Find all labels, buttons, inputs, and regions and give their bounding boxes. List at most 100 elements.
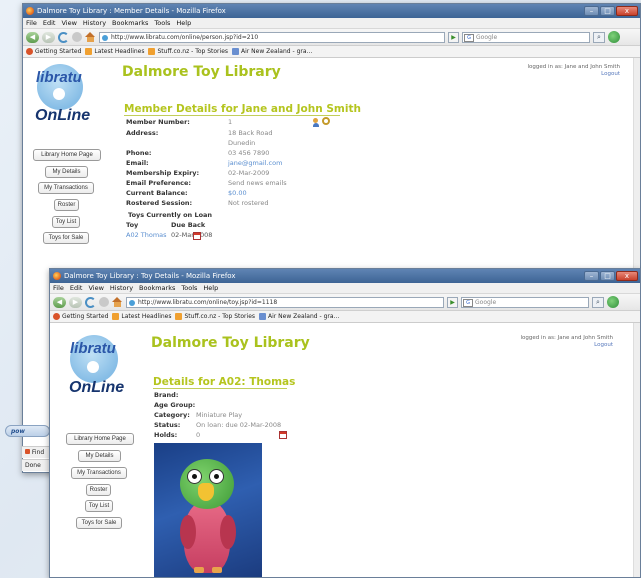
search-icon[interactable]: ⌕ [592,296,604,308]
nav-my-details[interactable]: My Details [45,166,88,178]
search-icon[interactable]: ⌕ [593,31,605,43]
nav-roster[interactable]: Roster [86,484,111,496]
site-favicon [129,299,135,306]
bookmark-getting-started[interactable]: Getting Started [26,46,81,57]
status-text: Done [25,462,41,469]
url-bar[interactable]: http://www.libratu.com/online/toy.jsp?id… [126,296,444,308]
stop-icon[interactable] [99,297,109,307]
window-titlebar[interactable]: Dalmore Toy Library : Toy Details - Mozi… [50,269,640,283]
menu-bookmarks[interactable]: Bookmarks [112,18,148,28]
menu-view[interactable]: View [88,283,103,293]
field-value: Dunedin [228,139,256,147]
back-arrow-icon[interactable]: ◀ [26,31,39,43]
nav-toy-list[interactable]: Toy List [85,500,113,512]
menu-history[interactable]: History [110,283,133,293]
menu-help[interactable]: Help [203,283,218,293]
google-icon: G [464,33,474,42]
bookmark-stuff[interactable]: Stuff.co.nz - Top Stories [175,311,255,322]
nav-toys-for-sale[interactable]: Toys for Sale [43,232,89,244]
firefox-icon [26,7,34,15]
calendar-icon[interactable] [193,232,201,240]
nav-my-transactions[interactable]: My Transactions [38,182,94,194]
google-icon: G [463,298,473,307]
parrot-foot [194,567,204,573]
reload-icon[interactable] [58,31,69,43]
login-info: logged in as: Jane and John Smith Logout [527,64,620,78]
nav-library-home[interactable]: Library Home Page [66,433,134,445]
field-value: 0 [196,431,201,439]
search-input[interactable]: G Google [461,296,589,308]
maximize-button[interactable]: □ [600,271,615,281]
site-title: Dalmore Toy Library [151,335,310,351]
logo-dot [87,361,99,373]
menu-tools[interactable]: Tools [181,283,197,293]
balance-link[interactable]: $0.00 [228,189,247,197]
go-button[interactable]: ▶ [447,296,458,308]
close-button[interactable]: x [616,6,638,16]
window-titlebar[interactable]: Dalmore Toy Library : Member Details - M… [23,4,640,18]
people-icon[interactable] [313,118,322,127]
maximize-button[interactable]: □ [600,6,615,16]
menu-file[interactable]: File [26,18,37,28]
back-arrow-icon[interactable]: ◀ [53,296,66,308]
menu-edit[interactable]: Edit [43,18,56,28]
reload-icon[interactable] [85,296,96,308]
close-button[interactable]: x [616,271,638,281]
find-bar[interactable]: Find [22,446,52,458]
background-tab-fragment[interactable]: pow [5,425,50,437]
bookmark-air-nz[interactable]: Air New Zealand - gra... [259,311,339,322]
nav-toy-list[interactable]: Toy List [52,216,80,228]
minimize-button[interactable]: – [584,271,599,281]
key-icon[interactable] [322,117,330,125]
home-icon[interactable] [85,32,96,42]
nav-toys-for-sale[interactable]: Toys for Sale [76,517,122,529]
stop-icon[interactable] [72,32,82,42]
menu-help[interactable]: Help [176,18,191,28]
logout-link[interactable]: Logout [527,71,620,78]
email-link[interactable]: jane@gmail.com [228,159,282,167]
home-icon[interactable] [112,297,123,307]
feed-icon[interactable] [607,296,619,308]
menu-bar: File Edit View History Bookmarks Tools H… [23,18,640,29]
logout-link[interactable]: Logout [520,342,613,349]
bookmark-latest-headlines[interactable]: Latest Headlines [112,311,171,322]
menu-view[interactable]: View [61,18,76,28]
field-label: Email Preference: [126,179,192,187]
find-label: Find [31,449,45,456]
toy-heading: Details for A02: Thomas [153,376,296,389]
field-label: Member Number: [126,118,190,126]
search-input[interactable]: G Google [462,31,590,43]
loans-col-toy: Toy [126,221,139,229]
bookmark-air-nz[interactable]: Air New Zealand - gra... [232,46,312,57]
feed-icon[interactable] [608,31,620,43]
forward-arrow-icon[interactable]: ▶ [42,31,55,43]
firefox-bookmark-icon [26,48,33,55]
nav-library-home[interactable]: Library Home Page [33,149,101,161]
status-bar: Done [22,459,52,471]
bookmark-latest-headlines[interactable]: Latest Headlines [85,46,144,57]
menu-edit[interactable]: Edit [70,283,83,293]
menu-history[interactable]: History [83,18,106,28]
bookmark-stuff[interactable]: Stuff.co.nz - Top Stories [148,46,228,57]
field-label: Address: [126,129,159,137]
menu-tools[interactable]: Tools [154,18,170,28]
logo-dot [53,88,65,100]
search-placeholder: Google [475,298,497,306]
menu-bookmarks[interactable]: Bookmarks [139,283,175,293]
nav-my-transactions[interactable]: My Transactions [71,467,127,479]
menu-file[interactable]: File [53,283,64,293]
vertical-scrollbar[interactable] [633,323,640,577]
go-button[interactable]: ▶ [448,31,459,43]
forward-arrow-icon[interactable]: ▶ [69,296,82,308]
url-bar[interactable]: http://www.libratu.com/online/person.jsp… [99,31,445,43]
bookmark-getting-started[interactable]: Getting Started [53,311,108,322]
field-value: 18 Back Road [228,129,273,137]
close-find-icon[interactable] [25,449,30,454]
minimize-button[interactable]: – [584,6,599,16]
bookmark-label: Getting Started [35,47,82,55]
nav-roster[interactable]: Roster [54,199,79,211]
nav-my-details[interactable]: My Details [78,450,121,462]
hold-calendar-icon[interactable] [279,431,287,439]
loan-toy-link[interactable]: A02 Thomas [126,231,167,239]
bookmark-label: Air New Zealand - gra... [268,312,340,320]
